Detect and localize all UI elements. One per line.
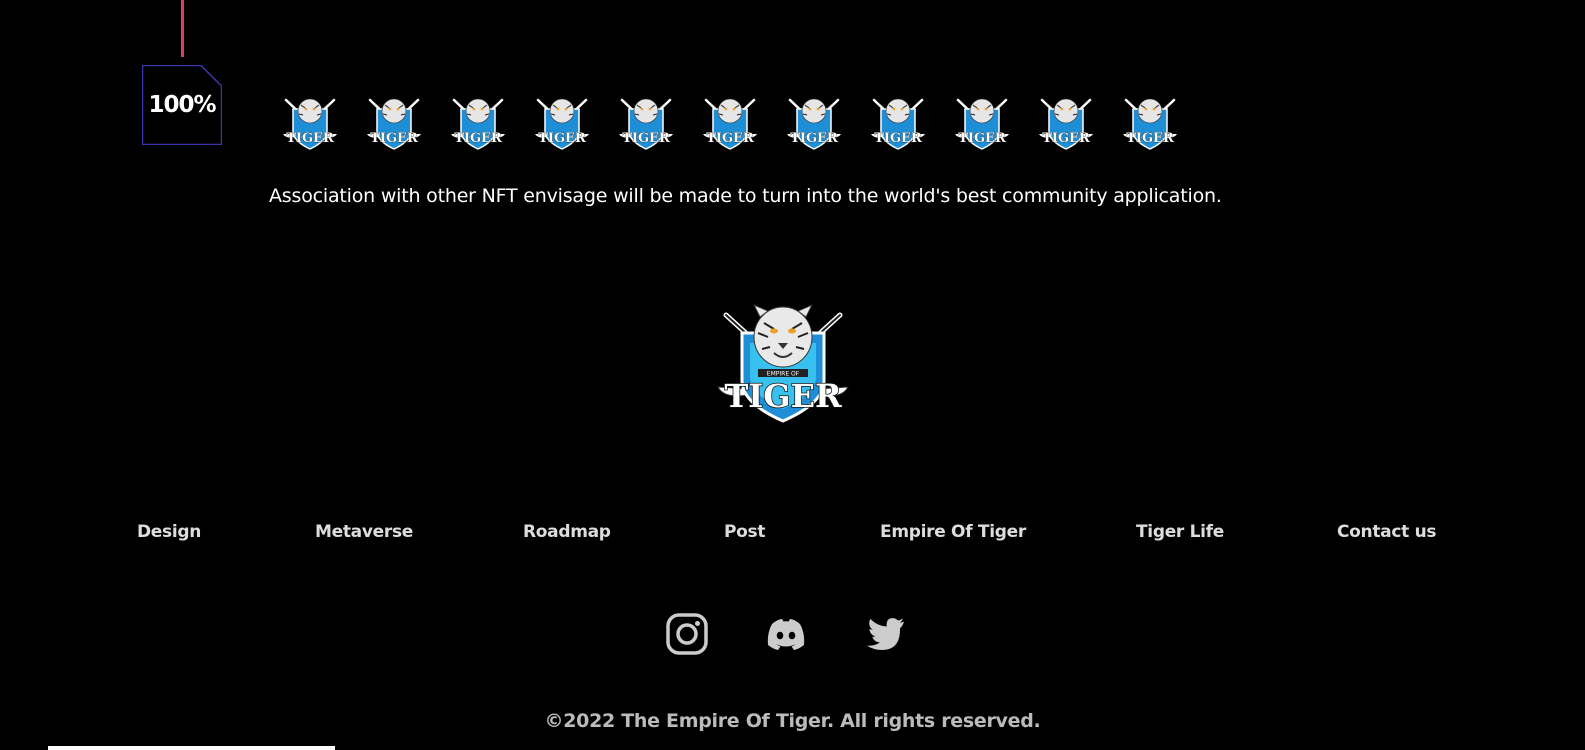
svg-text:TIGER: TIGER bbox=[1126, 131, 1174, 146]
footer-nav-roadmap[interactable]: Roadmap bbox=[523, 522, 611, 542]
footer-nav-post[interactable]: Post bbox=[724, 522, 765, 542]
nft-tiger-logo: TIGER bbox=[365, 95, 423, 153]
svg-text:TIGER: TIGER bbox=[286, 131, 334, 146]
tiger-logo-graphic: EMPIRE OF TIGER bbox=[717, 304, 849, 423]
discord-icon[interactable] bbox=[764, 612, 808, 656]
footer-nav-design[interactable]: Design bbox=[137, 522, 201, 542]
svg-text:TIGER: TIGER bbox=[370, 131, 418, 146]
nft-tiger-logo: TIGER bbox=[449, 95, 507, 153]
footer-nav: Design Metaverse Roadmap Post Empire Of … bbox=[0, 522, 1585, 550]
footer-nav-contact-us[interactable]: Contact us bbox=[1337, 522, 1437, 542]
empire-of-tiger-logo[interactable]: EMPIRE OF TIGER bbox=[714, 303, 852, 427]
copyright-text: ©2022 The Empire Of Tiger. All rights re… bbox=[544, 710, 1041, 732]
nft-logo-row: TIGER TIGER TIGER TIGER TIGER TIGER TIGER TIGER… bbox=[281, 95, 1179, 153]
svg-text:TIGER: TIGER bbox=[958, 131, 1006, 146]
social-links bbox=[665, 612, 907, 656]
nft-tiger-logo: TIGER bbox=[1121, 95, 1179, 153]
footer-nav-empire-of-tiger[interactable]: Empire Of Tiger bbox=[880, 522, 1026, 542]
svg-text:TIGER: TIGER bbox=[706, 131, 754, 146]
nft-tiger-logo: TIGER bbox=[953, 95, 1011, 153]
nft-tiger-logo: TIGER bbox=[281, 95, 339, 153]
nft-tiger-logo: TIGER bbox=[1037, 95, 1095, 153]
svg-text:TIGER: TIGER bbox=[454, 131, 502, 146]
svg-text:TIGER: TIGER bbox=[622, 131, 670, 146]
nft-tiger-logo: TIGER bbox=[533, 95, 591, 153]
milestone-description: Association with other NFT envisage will… bbox=[269, 185, 1222, 207]
svg-text:TIGER: TIGER bbox=[1042, 131, 1090, 146]
bottom-rule bbox=[48, 746, 335, 750]
logo-main-text: TIGER bbox=[724, 377, 842, 415]
twitter-icon[interactable] bbox=[863, 612, 907, 656]
nft-tiger-logo: TIGER bbox=[701, 95, 759, 153]
svg-text:TIGER: TIGER bbox=[790, 131, 838, 146]
timeline-line bbox=[181, 0, 184, 57]
svg-text:TIGER: TIGER bbox=[874, 131, 922, 146]
instagram-icon[interactable] bbox=[665, 612, 709, 656]
nft-tiger-logo: TIGER bbox=[785, 95, 843, 153]
page: 100% TIGER TIGER TIGER TIGER TIGER TIGER TIGER… bbox=[0, 0, 1585, 750]
milestone-percent-badge: 100% bbox=[142, 65, 222, 145]
milestone-percent: 100% bbox=[148, 92, 216, 118]
nft-tiger-logo: TIGER bbox=[869, 95, 927, 153]
nft-tiger-logo: TIGER bbox=[617, 95, 675, 153]
footer-nav-tiger-life[interactable]: Tiger Life bbox=[1136, 522, 1224, 542]
svg-text:TIGER: TIGER bbox=[538, 131, 586, 146]
footer-nav-metaverse[interactable]: Metaverse bbox=[315, 522, 413, 542]
